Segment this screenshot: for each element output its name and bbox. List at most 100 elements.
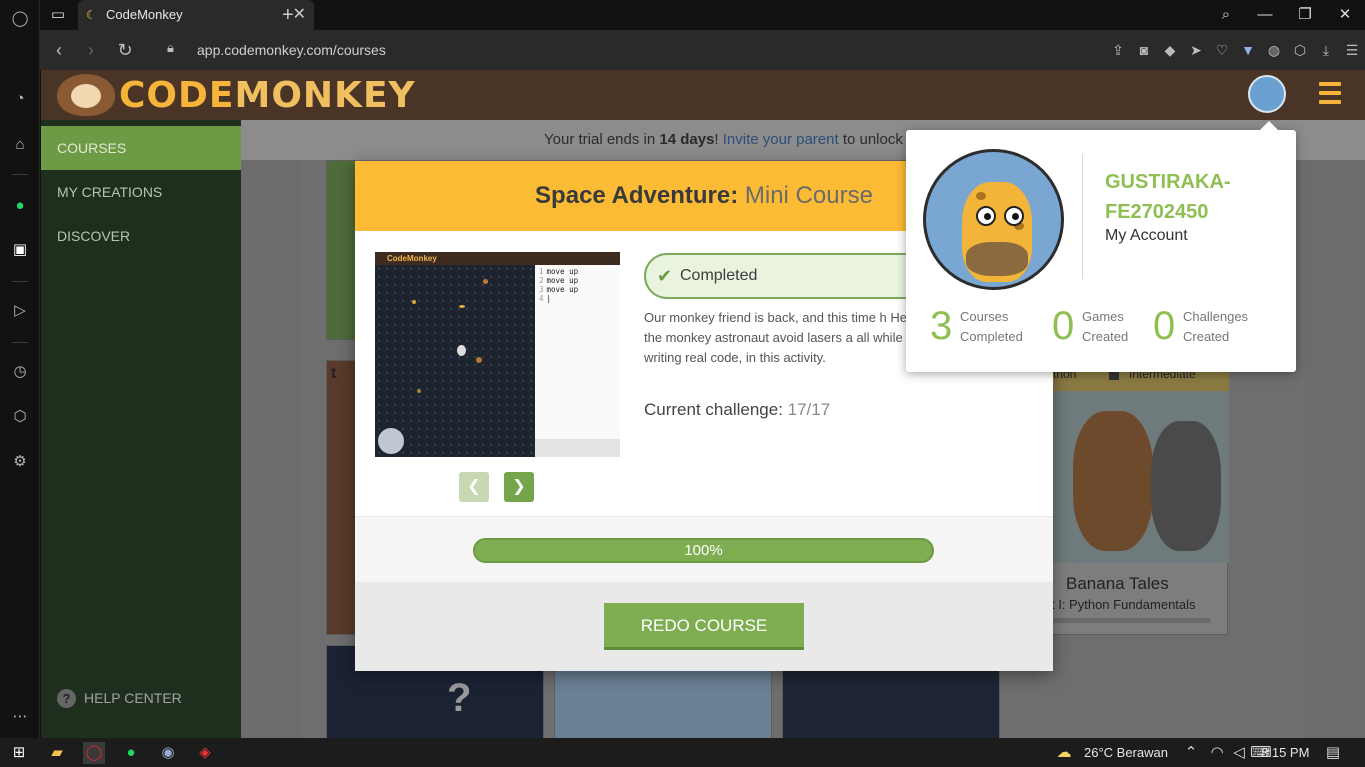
codemonkey-logo[interactable]: CODEMONKEY [57,74,416,116]
tab-bar: ▭ ☾ CodeMonkey ✕ + ⌕ — ❐ ✕ [40,0,1365,30]
trial-bang: ! [714,131,723,148]
address-bar: ‹ › ↻ 🔒︎ app.codemonkey.com/courses ⇪ ◙ ◆ ➤… [40,30,1365,70]
stat-number: 0 [1052,304,1075,348]
opera-logo-icon[interactable]: ◯ [9,8,31,30]
reload-icon[interactable]: ↻ [114,38,136,62]
notifications-icon[interactable]: ▤ [1322,742,1344,764]
course-card[interactable]: t [326,360,356,635]
course-progress-bar: 100% [473,538,934,563]
nav-my-creations[interactable]: MY CREATIONS [41,170,241,214]
course-description: Our monkey friend is back, and this time… [644,310,918,365]
file-explorer-icon[interactable]: ▰ [46,742,68,764]
status-text: Completed [680,267,758,284]
send-icon[interactable]: ➤ [1183,39,1209,61]
hamburger-menu-icon[interactable] [1319,82,1341,106]
nav-discover[interactable]: DISCOVER [41,214,241,258]
search-icon[interactable]: ⌕ [1206,0,1246,30]
lock-icon: 🔒︎ [167,40,174,55]
camera-icon[interactable]: ◙ [1131,39,1157,61]
extension-icon[interactable]: ◍ [1261,39,1287,61]
opera-sidebar: ◯ ◔ ⌂ ● ▣ ▷ ◷ ⬡ ⚙ ⋯ [0,0,40,738]
windows-start-icon[interactable]: ⊞ [8,742,30,764]
stat-label: Completed [960,329,1023,344]
game-app-icon[interactable]: ◈ [194,742,216,764]
help-center-link[interactable]: ? HELP CENTER [57,686,182,710]
current-challenge: Current challenge: 17/17 [644,400,830,420]
player-icon[interactable]: ▷ [9,300,31,322]
spotify-icon[interactable]: ● [120,742,142,764]
redo-course-button[interactable]: REDO COURSE [604,603,804,650]
back-icon[interactable]: ‹ [48,38,70,62]
easy-setup-icon[interactable]: ☰ [1339,39,1365,61]
wifi-icon[interactable]: ◠ [1206,742,1228,764]
challenge-value: 17/17 [782,400,831,419]
card-subtitle: t I: Python Fundamentals [1051,597,1196,612]
weather-icon: ☁ [1056,744,1072,761]
preview-code-line: move up [546,285,579,294]
url-field[interactable]: app.codemonkey.com/courses [197,42,386,58]
preview-code-line: move up [546,276,579,285]
stat-label: Games [1082,309,1124,324]
share-icon[interactable]: ⇪ [1105,39,1131,61]
trial-prefix: Your trial ends in [544,131,660,148]
settings-icon[interactable]: ⚙ [9,451,31,473]
trial-days: 14 days [659,131,715,148]
tab-close-icon[interactable]: ✕ [293,0,306,30]
course-card[interactable] [326,160,356,340]
opera-taskbar-icon[interactable]: ◯ [83,742,105,764]
monkey-logo-icon [57,74,115,116]
tray-chevron-icon[interactable]: ⌃ [1180,742,1202,764]
bag-icon[interactable]: ⌂ [9,134,31,156]
speed-dial-icon[interactable]: ◔ [9,88,31,110]
clock[interactable]: 8:15 PM [1261,738,1309,767]
tab-title: CodeMonkey [106,7,183,22]
previous-slide-button[interactable]: ❮ [459,472,489,502]
history-icon[interactable]: ◷ [9,361,31,383]
more-icon[interactable]: ⋯ [9,706,31,728]
nav-courses[interactable]: COURSES [41,126,241,170]
stat-label: Courses [960,309,1009,324]
download-box-icon[interactable]: ▼ [1235,39,1261,61]
toolbar-icons: ⇪ ◙ ◆ ➤ ♡ ▼ ◍ ⬡ ⤓ ☰ [1105,39,1365,61]
site-header: CODEMONKEY [41,70,1365,120]
question-marks-art: ? [447,676,472,720]
preview-space-grid [375,265,535,457]
giraffe-avatar [923,149,1064,290]
restore-icon[interactable]: ❐ [1285,0,1325,30]
preview-code-editor: 1 move up 2 move up 3 move up 4 | [535,265,620,443]
steam-icon[interactable]: ◉ [157,742,179,764]
invite-parent-link[interactable]: Invite your parent [723,131,839,148]
stat-label: Created [1082,329,1129,344]
new-tab-button[interactable]: + [282,0,294,30]
my-account-link[interactable]: My Account [1105,227,1188,245]
question-icon: ? [57,689,76,708]
stat-label: Created [1183,329,1230,344]
card-tag-icon: t [331,365,337,382]
heart-icon[interactable]: ♡ [1209,39,1235,61]
trial-suffix: to unlock p [838,131,916,148]
weather-text[interactable]: 26°C Berawan [1084,738,1168,767]
preview-brand: CodeMonkey [375,252,620,265]
minimize-icon[interactable]: — [1245,0,1285,30]
discord-icon[interactable]: ▣ [9,239,31,261]
close-window-icon[interactable]: ✕ [1325,0,1365,30]
whatsapp-icon[interactable]: ● [9,195,31,217]
forward-icon[interactable]: › [80,38,102,62]
banana-icon: ☾ [86,8,97,22]
progress-section: 100% [355,516,1053,582]
tab-codemonkey[interactable]: ☾ CodeMonkey ✕ [78,0,314,30]
status-badge: ✔ Completed [644,253,944,299]
tab-menu-icon[interactable]: ▭ [40,0,76,30]
preview-toolbar [535,439,620,457]
user-avatar[interactable] [1248,75,1286,113]
next-slide-button[interactable]: ❯ [504,472,534,502]
modal-footer: REDO COURSE [355,582,1053,671]
shield-icon[interactable]: ◆ [1157,39,1183,61]
cube-icon[interactable]: ⬡ [1287,39,1313,61]
box-icon[interactable]: ⬡ [9,406,31,428]
downloads-icon[interactable]: ⤓ [1313,39,1339,61]
course-card-banana-tales[interactable]: thon Intermediate Banana Tales t I: Pyth… [1050,360,1229,635]
logo-text-code: CODE [119,74,235,116]
checkmark-icon: ✔ [657,266,673,286]
volume-icon[interactable]: ◁ [1228,742,1250,764]
